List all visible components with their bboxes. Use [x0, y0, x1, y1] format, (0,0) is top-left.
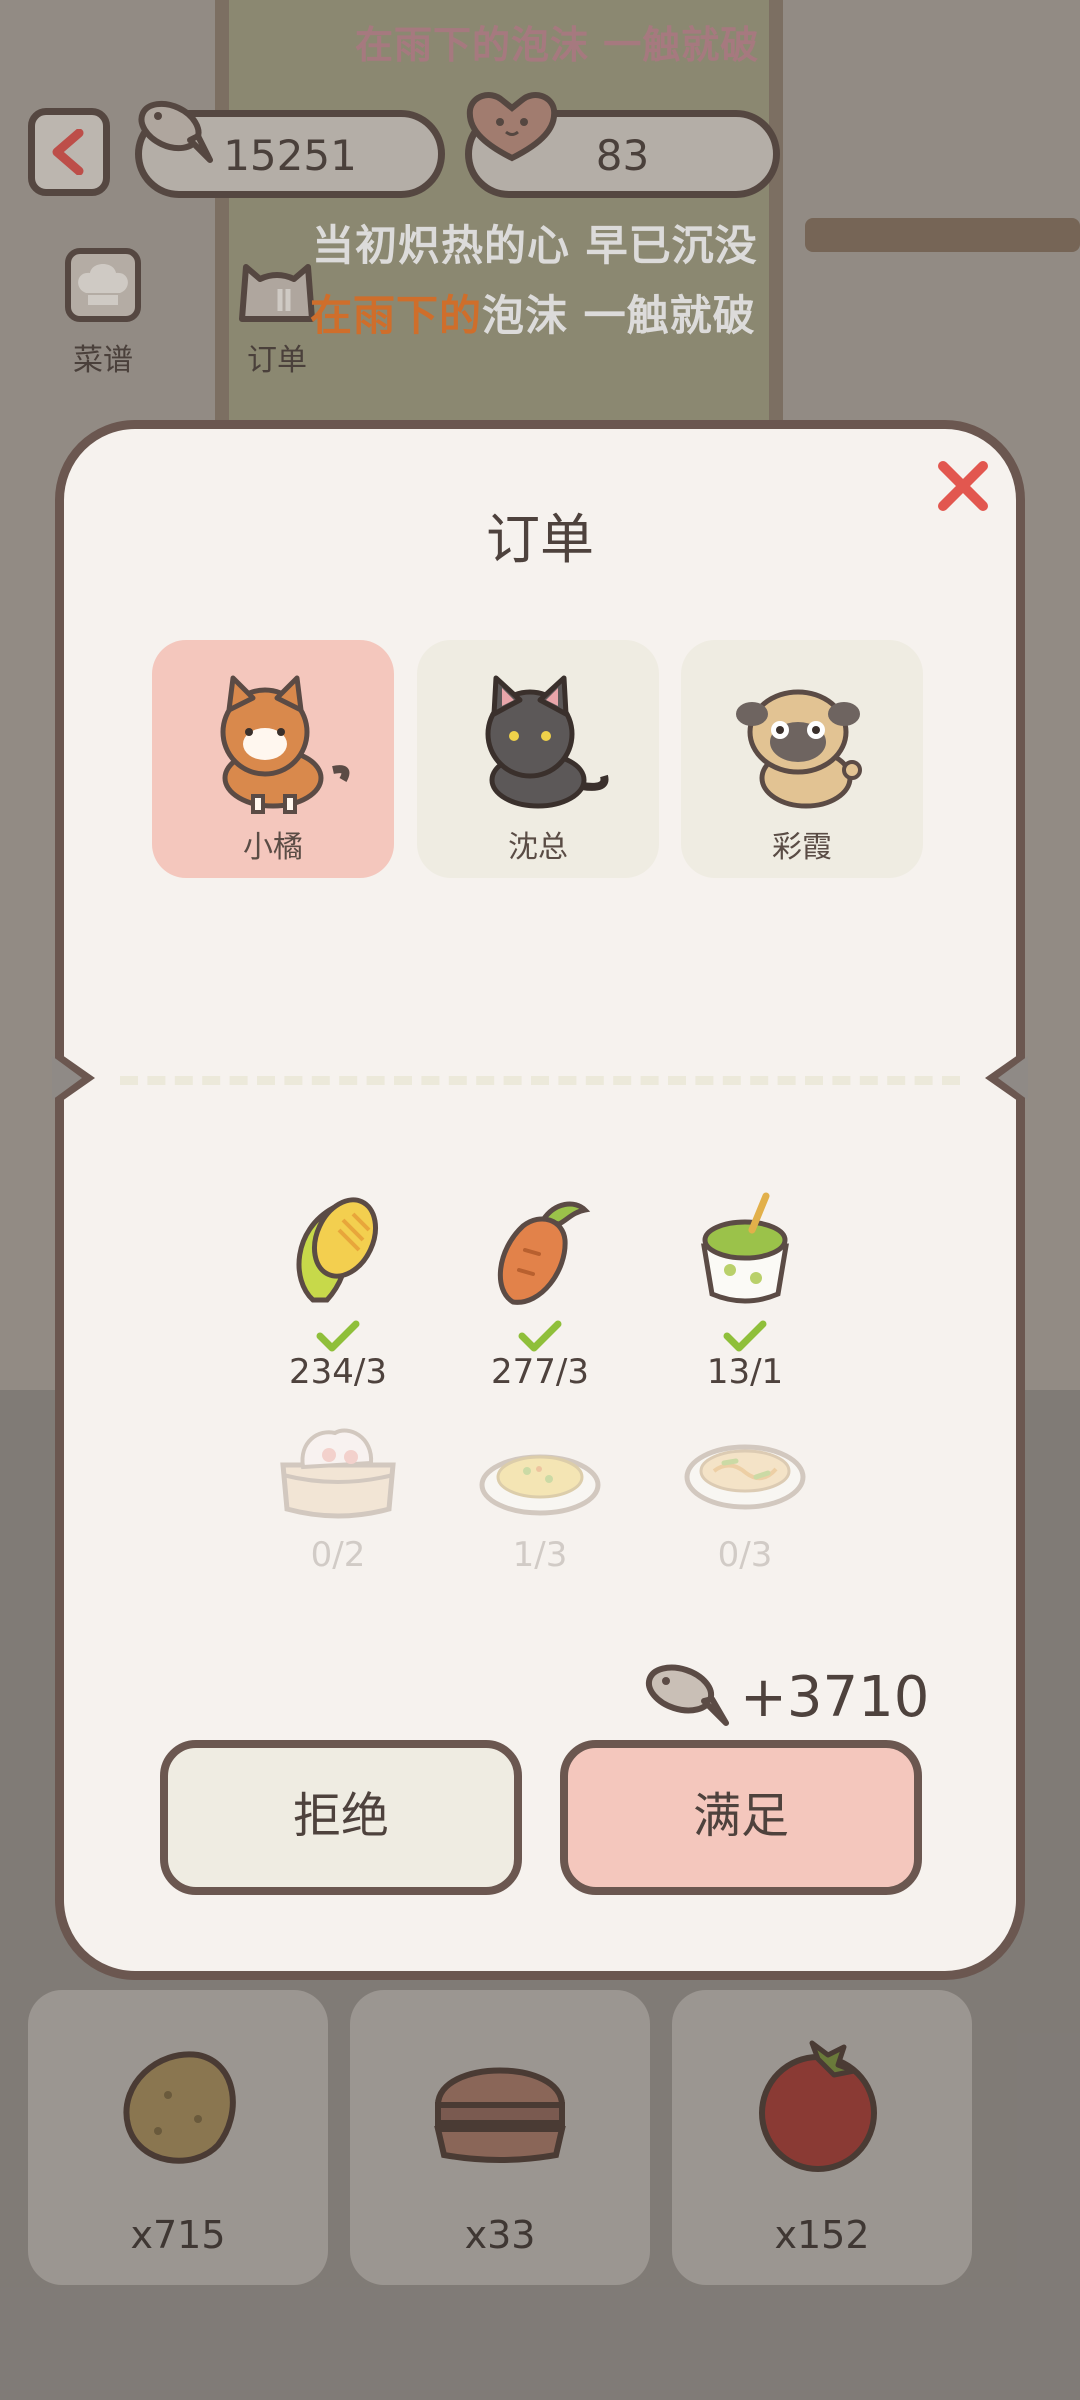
accept-button[interactable]: 满足	[560, 1740, 922, 1895]
check-icon	[518, 1320, 562, 1352]
inventory-qty: x152	[774, 2213, 870, 2257]
customer-name: 彩霞	[772, 830, 832, 865]
requirement-count: 13/1	[655, 1320, 835, 1392]
matcha-dessert-icon	[701, 1192, 789, 1304]
requirement-count: 0/2	[310, 1535, 366, 1575]
reward-amount: +3710	[740, 1665, 930, 1730]
requirement-fried-rice: 1/3	[450, 1415, 630, 1575]
reject-button[interactable]: 拒绝	[160, 1740, 522, 1895]
inventory-qty: x715	[130, 2213, 226, 2257]
check-icon	[316, 1320, 360, 1352]
customer-card-caixia[interactable]: 彩霞	[681, 640, 923, 878]
requirement-count: 0/3	[717, 1535, 773, 1575]
check-icon	[723, 1320, 767, 1352]
inventory-slot-potato[interactable]: x715	[28, 1990, 328, 2285]
ticket-notch-left-inner	[52, 1056, 82, 1100]
customer-card-shenzong[interactable]: 沈总	[417, 640, 659, 878]
requirement-matcha: 13/1	[655, 1190, 835, 1392]
customer-card-xiaoju[interactable]: 小橘	[152, 640, 394, 878]
gray-cat-icon	[485, 675, 609, 809]
fried-rice-icon	[479, 1454, 601, 1516]
requirement-dumpling: 0/2	[248, 1415, 428, 1575]
customer-name: 沈总	[508, 830, 568, 865]
inventory-slot-tomato[interactable]: x152	[672, 1990, 972, 2285]
pug-dog-icon	[736, 689, 862, 809]
dialog-title: 订单	[486, 508, 594, 571]
requirement-count: 234/3	[248, 1320, 428, 1392]
requirement-count-text: 234/3	[289, 1352, 387, 1392]
requirement-corn: 234/3	[248, 1190, 428, 1392]
ticket-divider	[120, 1076, 960, 1085]
inventory-qty: x33	[464, 2213, 536, 2257]
dumpling-steamer-icon	[280, 1428, 396, 1519]
fish-icon	[645, 1664, 729, 1726]
bun-icon	[434, 2067, 566, 2163]
requirement-noodles: 0/3	[655, 1415, 835, 1575]
carrot-icon	[497, 1201, 591, 1305]
requirement-count: 1/3	[512, 1535, 568, 1575]
corn-icon	[296, 1197, 378, 1303]
requirement-count-text: 13/1	[706, 1352, 784, 1392]
tomato-icon	[759, 2040, 877, 2172]
reward-display: +3710	[640, 1655, 929, 1735]
requirement-count-text: 277/3	[491, 1352, 589, 1392]
potato-icon	[123, 2051, 236, 2164]
requirement-carrot: 277/3	[450, 1190, 630, 1392]
orange-cat-icon	[220, 675, 350, 814]
noodles-icon	[684, 1444, 806, 1510]
requirement-count: 277/3	[450, 1320, 630, 1392]
inventory-slot-bun[interactable]: x33	[350, 1990, 650, 2285]
ticket-notch-right-inner	[998, 1056, 1028, 1100]
customer-name: 小橘	[243, 830, 303, 865]
